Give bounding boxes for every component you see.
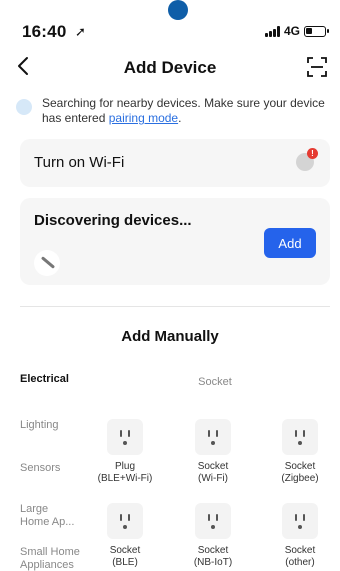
- page-title: Add Device: [123, 58, 217, 77]
- status-indicators: 4G: [264, 24, 329, 38]
- section-socket: Socket: [198, 376, 232, 388]
- alert-badge: !: [307, 148, 318, 159]
- category-electrical[interactable]: Electrical: [20, 373, 69, 386]
- socket-icon: [107, 419, 143, 455]
- category-lighting[interactable]: Lighting: [20, 419, 59, 432]
- pairing-mode-link[interactable]: pairing mode: [109, 111, 178, 125]
- wifi-card[interactable]: Turn on Wi-Fi !: [20, 139, 330, 187]
- device-tile[interactable]: Socket (BLE): [80, 503, 170, 569]
- location-arrow-icon: ➚: [75, 24, 86, 39]
- device-tile[interactable]: Plug (BLE+Wi-Fi): [80, 419, 170, 485]
- nav-header: Add Device: [0, 50, 340, 86]
- status-time: 16:40: [22, 22, 67, 41]
- signal-icon: [264, 25, 280, 37]
- socket-icon: [107, 503, 143, 539]
- discovering-card: Discovering devices... Add: [20, 198, 330, 285]
- device-tile[interactable]: Socket (NB-IoT): [168, 503, 258, 569]
- add-manually-heading: Add Manually: [121, 328, 219, 345]
- device-name: Socket (Wi-Fi): [197, 461, 229, 484]
- category-large-home-appliances[interactable]: Large Home Ap...: [20, 503, 80, 529]
- network-type: 4G: [283, 24, 300, 38]
- socket-icon: [195, 419, 231, 455]
- search-info: Searching for nearby devices. Make sure …: [16, 96, 326, 126]
- scan-icon[interactable]: [306, 56, 328, 78]
- camera-indicator: [168, 0, 188, 20]
- socket-icon: [282, 419, 318, 455]
- category-sensors[interactable]: Sensors: [20, 462, 80, 475]
- status-bar: 16:40 ➚ 4G: [0, 0, 340, 50]
- divider: [20, 306, 330, 307]
- device-name: Plug (BLE+Wi-Fi): [97, 461, 153, 484]
- device-name: Socket (Zigbee): [281, 461, 319, 484]
- device-tile[interactable]: Socket (other): [255, 503, 340, 569]
- device-name: Socket (NB-IoT): [193, 545, 233, 568]
- search-info-text: Searching for nearby devices. Make sure …: [42, 96, 325, 125]
- device-name: Socket (BLE): [109, 545, 141, 568]
- discovering-label: Discovering devices...: [34, 212, 192, 229]
- wifi-card-label: Turn on Wi-Fi: [34, 154, 125, 171]
- device-tile[interactable]: Socket (Zigbee): [255, 419, 340, 485]
- probe-icon: [34, 250, 60, 276]
- device-tile[interactable]: Socket (Wi-Fi): [168, 419, 258, 485]
- add-button[interactable]: Add: [264, 228, 316, 258]
- battery-icon: [304, 25, 329, 37]
- searching-icon: [16, 99, 32, 115]
- socket-icon: [282, 503, 318, 539]
- socket-icon: [195, 503, 231, 539]
- device-name: Socket (other): [284, 545, 316, 568]
